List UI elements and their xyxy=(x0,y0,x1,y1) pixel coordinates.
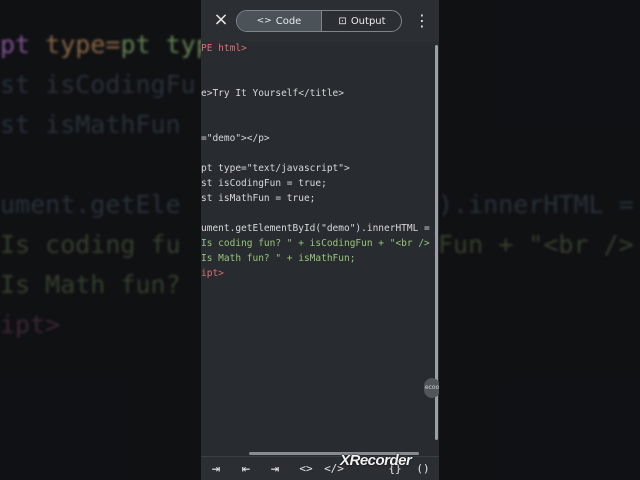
code-line: ="demo"></p> xyxy=(201,133,270,144)
code-line: e>Try It Yourself</title> xyxy=(201,88,344,99)
phone-screen: × <> Code ⊡ Output ⋮ PE html> e>Try It Y… xyxy=(201,0,439,480)
floating-badge[interactable]: ecoo xyxy=(424,378,439,398)
tab-code[interactable]: <> Code xyxy=(237,11,322,31)
tab-code-label: Code xyxy=(275,15,302,27)
code-line: Is coding fun? " + isCodingFun + "<br /> xyxy=(201,238,430,249)
code-line: ument.getElementById("demo").innerHTML = xyxy=(201,223,430,234)
code-line: ipt> xyxy=(201,268,224,279)
code-editor[interactable]: PE html> e>Try It Yourself</title> ="dem… xyxy=(201,42,439,456)
tab-output[interactable]: ⊡ Output xyxy=(322,11,401,31)
recorder-watermark: XRecorder xyxy=(340,452,412,469)
code-line: Is Math fun? " + isMathFun; xyxy=(201,253,356,264)
code-icon: <> xyxy=(256,16,272,26)
top-bar: × <> Code ⊡ Output ⋮ xyxy=(201,0,439,42)
code-line: st isMathFun = true; xyxy=(201,193,316,204)
tab-key-icon[interactable]: ⇥ xyxy=(207,460,225,478)
close-icon[interactable]: × xyxy=(211,9,231,31)
code-line: pt type="text/javascript"> xyxy=(201,163,350,174)
code-line: PE html> xyxy=(201,43,247,54)
view-toggle: <> Code ⊡ Output xyxy=(236,10,402,32)
move-right-icon[interactable]: ⇥ xyxy=(266,460,284,478)
output-icon: ⊡ xyxy=(338,15,347,27)
move-left-icon[interactable]: ⇤ xyxy=(237,460,255,478)
code-line: st isCodingFun = true; xyxy=(201,178,327,189)
more-menu-icon[interactable]: ⋮ xyxy=(414,11,430,31)
paren-key[interactable]: () xyxy=(413,460,433,478)
tag-key[interactable]: <> xyxy=(295,460,317,478)
tab-output-label: Output xyxy=(350,15,386,27)
